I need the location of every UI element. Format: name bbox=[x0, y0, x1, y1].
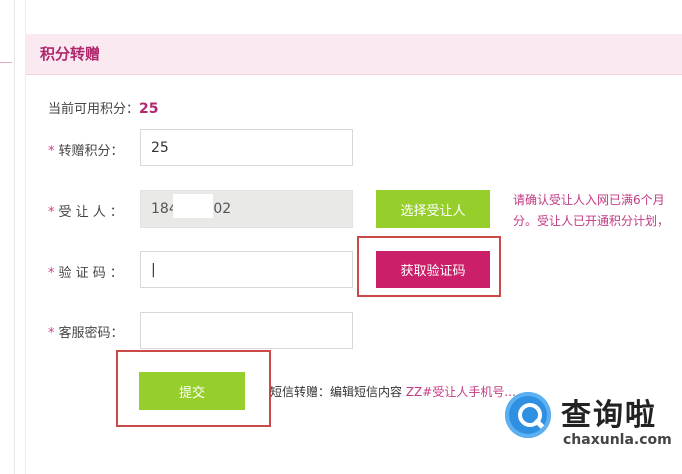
masked-digits bbox=[173, 194, 213, 218]
verification-code-input[interactable] bbox=[140, 251, 353, 288]
magnifier-logo-icon bbox=[505, 392, 551, 438]
password-field-label: * 客服密码： bbox=[48, 322, 124, 341]
select-recipient-button[interactable]: 选择受让人 bbox=[376, 190, 490, 228]
sms-transfer-hint: 短信转赠：编辑短信内容 ZZ#受让人手机号... bbox=[270, 383, 516, 400]
sms-format-text: ZZ#受让人手机号... bbox=[405, 385, 516, 399]
panel-header: 积分转赠 bbox=[26, 34, 682, 75]
required-mark: * bbox=[48, 266, 55, 281]
notice-line-2: 分。受让人已开通积分计划， bbox=[513, 214, 670, 228]
required-mark: * bbox=[48, 326, 55, 341]
left-divider bbox=[0, 0, 15, 474]
code-label-text: 验 证 码 ： bbox=[58, 266, 123, 281]
highlight-box-submit bbox=[116, 350, 271, 427]
available-points: 当前可用积分：25 bbox=[48, 98, 159, 117]
sms-hint-text: 短信转赠：编辑短信内容 bbox=[270, 385, 406, 399]
site-watermark: 查询啦 chaxunla.com bbox=[503, 388, 682, 458]
password-label-text: 客服密码： bbox=[58, 326, 124, 341]
watermark-domain: chaxunla.com bbox=[563, 432, 672, 448]
service-password-input[interactable] bbox=[140, 312, 353, 349]
recipient-field-label: * 受 让 人 ： bbox=[48, 201, 123, 220]
available-points-value: 25 bbox=[139, 101, 159, 117]
available-points-label: 当前可用积分： bbox=[48, 102, 140, 117]
notice-line-1: 请确认受让人入网已满6个月 bbox=[513, 193, 665, 207]
points-field-label: * 转赠积分： bbox=[48, 140, 124, 159]
watermark-name: 查询啦 bbox=[561, 398, 657, 433]
left-accent-line bbox=[0, 62, 12, 63]
recipient-notice: 请确认受让人入网已满6个月 分。受让人已开通积分计划， bbox=[513, 190, 682, 232]
required-mark: * bbox=[48, 144, 55, 159]
panel-title: 积分转赠 bbox=[40, 45, 101, 63]
required-mark: * bbox=[48, 205, 55, 220]
recipient-input[interactable] bbox=[140, 190, 353, 228]
recipient-label-text: 受 让 人 ： bbox=[58, 205, 123, 220]
points-label-text: 转赠积分： bbox=[58, 144, 124, 159]
points-input[interactable] bbox=[140, 129, 353, 166]
highlight-box-get-code bbox=[357, 236, 501, 297]
code-field-label: * 验 证 码 ： bbox=[48, 262, 123, 281]
